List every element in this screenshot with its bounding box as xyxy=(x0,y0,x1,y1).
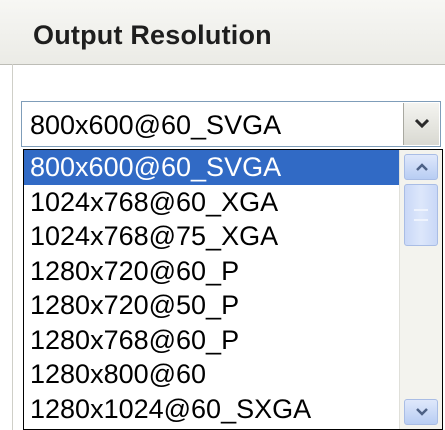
section-header: Output Resolution xyxy=(0,0,445,65)
dropdown-scrollbar[interactable] xyxy=(399,150,442,429)
resolution-option[interactable]: 1280x720@50_P xyxy=(24,288,400,323)
resolution-combobox[interactable]: 800x600@60_SVGA xyxy=(21,101,441,147)
resolution-option[interactable]: 1280x720@60_P xyxy=(24,254,400,289)
output-resolution-panel: Output Resolution 800x600@60_SVGA 800x60… xyxy=(0,0,445,430)
combobox-value: 800x600@60_SVGA xyxy=(30,110,282,140)
scroll-thumb-grip xyxy=(414,209,428,221)
dropdown-options: 800x600@60_SVGA 1024x768@60_XGA 1024x768@7… xyxy=(24,150,400,429)
scroll-down-arrow-icon xyxy=(416,408,428,416)
scroll-up-arrow-icon xyxy=(416,163,428,171)
resolution-dropdown-list: 800x600@60_SVGA 1024x768@60_XGA 1024x768@7… xyxy=(23,149,443,430)
resolution-option[interactable]: 1024x768@75_XGA xyxy=(24,219,400,254)
combobox-dropdown-button[interactable] xyxy=(403,103,439,145)
scroll-down-button[interactable] xyxy=(404,399,438,425)
resolution-option[interactable]: 1024x768@60_XGA xyxy=(24,185,400,220)
scroll-thumb[interactable] xyxy=(404,184,438,246)
resolution-option[interactable]: 1280x1024@60_SXGA xyxy=(24,392,400,427)
chevron-down-icon xyxy=(415,118,429,128)
resolution-option[interactable]: 1280x800@60 xyxy=(24,357,400,392)
group-border xyxy=(12,64,13,430)
section-title: Output Resolution xyxy=(33,20,272,50)
resolution-option[interactable]: 800x600@60_SVGA xyxy=(24,150,400,185)
scroll-up-button[interactable] xyxy=(404,154,438,180)
resolution-option[interactable]: 1280x768@60_P xyxy=(24,323,400,358)
